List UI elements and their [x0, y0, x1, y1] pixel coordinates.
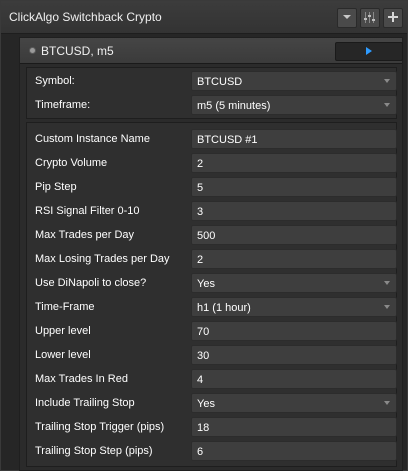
pip-step-input[interactable]: 5: [191, 177, 397, 197]
max-losing-trades-per-day-input[interactable]: 2: [191, 249, 397, 269]
param-label: RSI Signal Filter 0-10: [35, 205, 140, 217]
param-value: 30: [197, 350, 210, 362]
max-trades-per-day-input[interactable]: 500: [191, 225, 397, 245]
status-dot-icon: [29, 47, 36, 54]
cbot-window: ClickAlgo Switchback Crypto BTCUSD, m5 S…: [0, 0, 408, 471]
param-row-lower-level: Lower level 30: [27, 343, 397, 367]
param-row-rsi-signal-filter-0-10: RSI Signal Filter 0-10 3: [27, 199, 397, 223]
window-title: ClickAlgo Switchback Crypto: [9, 10, 162, 24]
sliders-icon: [364, 12, 375, 23]
param-row-use-dinapoli-to-close: Use DiNapoli to close? Yes: [27, 271, 397, 295]
param-value: Yes: [197, 278, 215, 290]
chevron-down-icon: [384, 281, 390, 285]
include-trailing-stop-select[interactable]: Yes: [191, 393, 397, 413]
param-row-symbol: Symbol: BTCUSD: [27, 69, 397, 93]
param-value: Yes: [197, 398, 215, 410]
param-row-timeframe: Timeframe: m5 (5 minutes): [27, 93, 397, 117]
param-value: 4: [197, 374, 204, 386]
param-label: Include Trailing Stop: [35, 397, 135, 409]
instance-panel: BTCUSD, m5 Symbol: BTCUSD Timeframe: m5 (5 …: [19, 37, 403, 471]
param-row-max-trades-per-day: Max Trades per Day 500: [27, 223, 397, 247]
param-label: Time-Frame: [35, 301, 95, 313]
param-label: Max Trades In Red: [35, 373, 128, 385]
plus-icon: [388, 12, 398, 22]
param-label: Custom Instance Name: [35, 133, 150, 145]
settings-button[interactable]: [360, 8, 380, 28]
menu-button[interactable]: [337, 8, 357, 28]
upper-level-input[interactable]: 70: [191, 321, 397, 341]
add-instance-button[interactable]: [383, 8, 403, 28]
param-label: Symbol:: [35, 75, 75, 87]
max-trades-in-red-input[interactable]: 4: [191, 369, 397, 389]
param-row-include-trailing-stop: Include Trailing Stop Yes: [27, 391, 397, 415]
play-button[interactable]: [335, 42, 403, 61]
param-row-trailing-stop-trigger-pips: Trailing Stop Trigger (pips) 18: [27, 415, 397, 439]
instance-title: BTCUSD, m5: [41, 44, 114, 58]
param-row-custom-instance-name: Custom Instance Name BTCUSD #1: [27, 127, 397, 151]
param-label: Lower level: [35, 349, 91, 361]
crypto-volume-input[interactable]: 2: [191, 153, 397, 173]
lower-level-input[interactable]: 30: [191, 345, 397, 365]
custom-instance-name-input[interactable]: BTCUSD #1: [191, 129, 397, 149]
param-value: 6: [197, 446, 204, 458]
param-value: BTCUSD #1: [197, 134, 258, 146]
rsi-signal-filter-0-10-input[interactable]: 3: [191, 201, 397, 221]
chevron-down-icon: [384, 401, 390, 405]
play-icon: [366, 47, 372, 55]
param-row-max-losing-trades-per-day: Max Losing Trades per Day 2: [27, 247, 397, 271]
symbol-section: Symbol: BTCUSD Timeframe: m5 (5 minutes): [26, 67, 397, 119]
param-label: Crypto Volume: [35, 157, 108, 169]
param-row-max-trades-in-red: Max Trades In Red 4: [27, 367, 397, 391]
symbol-select[interactable]: BTCUSD: [191, 71, 397, 91]
trailing-stop-trigger-pips-input[interactable]: 18: [191, 417, 397, 437]
param-value: m5 (5 minutes): [197, 100, 271, 112]
param-row-trailing-stop-step-pips: Trailing Stop Step (pips) 6: [27, 439, 397, 463]
param-value: 3: [197, 206, 204, 218]
param-row-pip-step: Pip Step 5: [27, 175, 397, 199]
param-row-crypto-volume: Crypto Volume 2: [27, 151, 397, 175]
param-row-upper-level: Upper level 70: [27, 319, 397, 343]
title-bar: ClickAlgo Switchback Crypto: [1, 1, 407, 34]
param-label: Trailing Stop Step (pips): [35, 445, 153, 457]
time-frame-select[interactable]: h1 (1 hour): [191, 297, 397, 317]
chevron-down-icon: [384, 79, 390, 83]
param-value: BTCUSD: [197, 76, 243, 88]
param-value: 2: [197, 158, 204, 170]
param-value: 500: [197, 230, 216, 242]
param-label: Trailing Stop Trigger (pips): [35, 421, 165, 433]
parameters-section: Custom Instance Name BTCUSD #1 Crypto Volu…: [26, 122, 397, 467]
param-label: Timeframe:: [35, 99, 91, 111]
param-value: 5: [197, 182, 204, 194]
param-label: Max Losing Trades per Day: [35, 253, 170, 265]
param-label: Upper level: [35, 325, 91, 337]
chevron-down-icon: [384, 305, 390, 309]
param-value: h1 (1 hour): [197, 302, 251, 314]
param-label: Pip Step: [35, 181, 77, 193]
param-value: 2: [197, 254, 204, 266]
trailing-stop-step-pips-input[interactable]: 6: [191, 441, 397, 461]
chevron-down-icon: [384, 103, 390, 107]
param-label: Use DiNapoli to close?: [35, 277, 147, 289]
use-dinapoli-to-close-select[interactable]: Yes: [191, 273, 397, 293]
param-row-time-frame: Time-Frame h1 (1 hour): [27, 295, 397, 319]
instance-header[interactable]: BTCUSD, m5: [20, 38, 403, 64]
param-value: 70: [197, 326, 210, 338]
timeframe-select[interactable]: m5 (5 minutes): [191, 95, 397, 115]
chevron-down-icon: [343, 15, 351, 19]
param-label: Max Trades per Day: [35, 229, 135, 241]
param-value: 18: [197, 422, 210, 434]
